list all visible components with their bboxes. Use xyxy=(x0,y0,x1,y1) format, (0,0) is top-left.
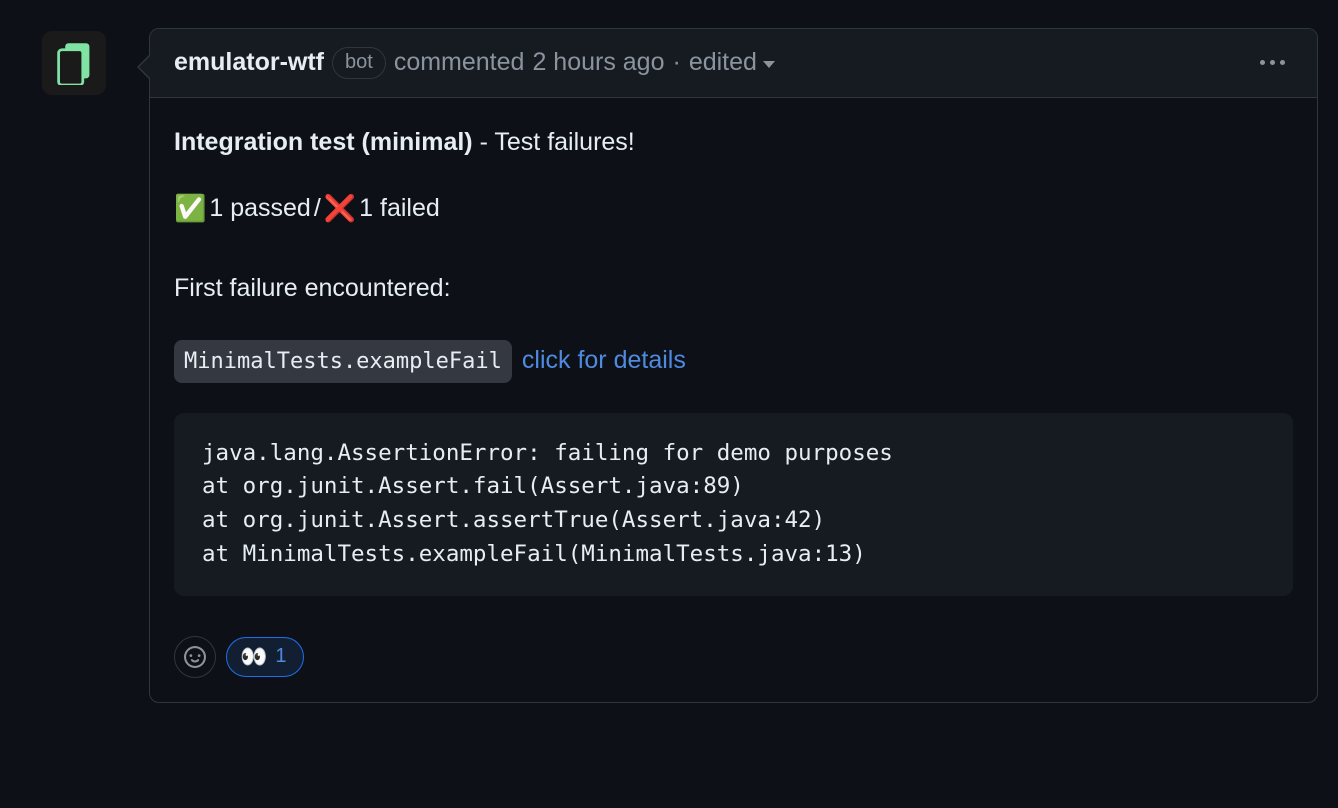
stacktrace-block: java.lang.AssertionError: failing for de… xyxy=(174,413,1293,596)
test-title-status: - Test failures! xyxy=(473,128,635,156)
emulator-logo-icon xyxy=(52,41,96,85)
comment-header-meta: emulator-wtf bot commented 2 hours ago ·… xyxy=(174,44,775,82)
comment-arrow xyxy=(106,28,149,88)
separator-dot: · xyxy=(672,44,680,82)
comment-action: commented xyxy=(394,44,525,82)
author-link[interactable]: emulator-wtf xyxy=(174,44,324,82)
smiley-icon xyxy=(184,646,206,668)
results-separator: / xyxy=(314,190,321,228)
test-title-name: Integration test (minimal) xyxy=(174,128,473,156)
comment-container: emulator-wtf bot commented 2 hours ago ·… xyxy=(149,28,1318,703)
reaction-count: 1 xyxy=(275,645,286,668)
edited-dropdown[interactable]: edited xyxy=(689,44,775,82)
reactions-bar: 👀 1 xyxy=(174,636,1293,678)
first-failure-label: First failure encountered: xyxy=(174,270,1293,308)
add-reaction-button[interactable] xyxy=(174,636,216,678)
reaction-eyes[interactable]: 👀 1 xyxy=(226,637,304,677)
bot-badge: bot xyxy=(332,47,386,79)
comment-header: emulator-wtf bot commented 2 hours ago ·… xyxy=(150,29,1317,98)
eyes-icon: 👀 xyxy=(240,644,267,670)
comment-body: Integration test (minimal) - Test failur… xyxy=(150,98,1317,702)
kebab-menu-button[interactable] xyxy=(1252,52,1293,73)
test-results-summary: ✅ 1 passed / ❌ 1 failed xyxy=(174,189,1293,228)
comment-timestamp[interactable]: 2 hours ago xyxy=(532,44,664,82)
comment-thread: emulator-wtf bot commented 2 hours ago ·… xyxy=(42,28,1318,703)
cross-mark-icon: ❌ xyxy=(324,189,356,228)
failed-test-line: MinimalTests.exampleFail click for detai… xyxy=(174,340,1293,383)
passed-count: 1 passed xyxy=(209,190,310,228)
test-name-code: MinimalTests.exampleFail xyxy=(174,340,512,383)
avatar[interactable] xyxy=(42,31,106,95)
failed-count: 1 failed xyxy=(359,190,440,228)
caret-down-icon xyxy=(763,61,775,68)
test-title: Integration test (minimal) - Test failur… xyxy=(174,124,1293,162)
details-link[interactable]: click for details xyxy=(522,342,686,380)
check-mark-icon: ✅ xyxy=(174,189,206,228)
